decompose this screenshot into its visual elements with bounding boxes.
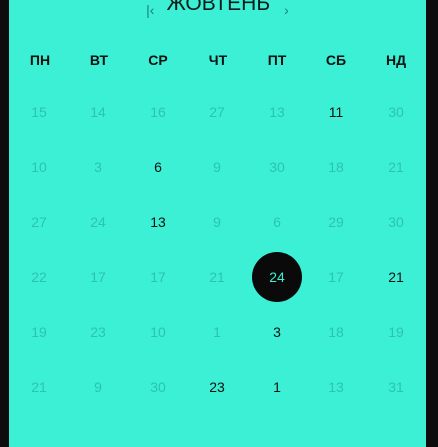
day-cell[interactable]: 14: [73, 87, 123, 137]
day-cell[interactable]: 9: [73, 362, 123, 412]
day-cell[interactable]: 30: [252, 142, 302, 192]
day-cell[interactable]: 19: [371, 307, 421, 357]
day-cell[interactable]: 21: [371, 142, 421, 192]
day-cell[interactable]: 19: [14, 307, 64, 357]
day-cell[interactable]: 17: [311, 252, 361, 302]
day-cell[interactable]: 6: [133, 142, 183, 192]
day-cell[interactable]: 18: [311, 307, 361, 357]
day-cell[interactable]: 30: [371, 197, 421, 247]
day-cell[interactable]: 30: [133, 362, 183, 412]
day-cell[interactable]: 31: [371, 362, 421, 412]
day-cell[interactable]: 18: [311, 142, 361, 192]
day-cell[interactable]: 27: [192, 87, 242, 137]
day-cell[interactable]: 3: [73, 142, 123, 192]
day-cell[interactable]: 10: [14, 142, 64, 192]
day-cell[interactable]: 27: [14, 197, 64, 247]
day-cell[interactable]: 21: [14, 362, 64, 412]
day-cell[interactable]: 21: [371, 252, 421, 302]
day-cell[interactable]: 15: [14, 87, 64, 137]
day-cell[interactable]: 30: [371, 87, 421, 137]
day-grid: 15 14 16 27 13 11 30 10 3 6 9 30 18 21 27 24 13 9 6 29 30 22 1…: [9, 0, 426, 447]
day-cell[interactable]: 9: [192, 197, 242, 247]
selected-day[interactable]: 24: [252, 252, 302, 302]
day-cell[interactable]: 29: [311, 197, 361, 247]
day-cell[interactable]: 17: [133, 252, 183, 302]
day-cell[interactable]: 17: [73, 252, 123, 302]
day-cell[interactable]: 24: [73, 197, 123, 247]
day-cell[interactable]: 9: [192, 142, 242, 192]
day-cell[interactable]: 13: [311, 362, 361, 412]
calendar-panel: |‹ ЖОВТЕНЬ › ПН ВТ СР ЧТ ПТ СБ НД 15 14 16…: [9, 0, 426, 447]
day-cell[interactable]: 22: [14, 252, 64, 302]
day-cell[interactable]: 16: [133, 87, 183, 137]
day-cell[interactable]: 23: [192, 362, 242, 412]
day-cell[interactable]: 11: [311, 87, 361, 137]
day-cell[interactable]: 3: [252, 307, 302, 357]
day-cell[interactable]: 13: [252, 87, 302, 137]
day-cell[interactable]: 1: [252, 362, 302, 412]
day-cell[interactable]: 6: [252, 197, 302, 247]
day-cell[interactable]: 10: [133, 307, 183, 357]
day-cell[interactable]: 21: [192, 252, 242, 302]
day-cell[interactable]: 13: [133, 197, 183, 247]
day-cell[interactable]: 23: [73, 307, 123, 357]
day-cell[interactable]: 1: [192, 307, 242, 357]
